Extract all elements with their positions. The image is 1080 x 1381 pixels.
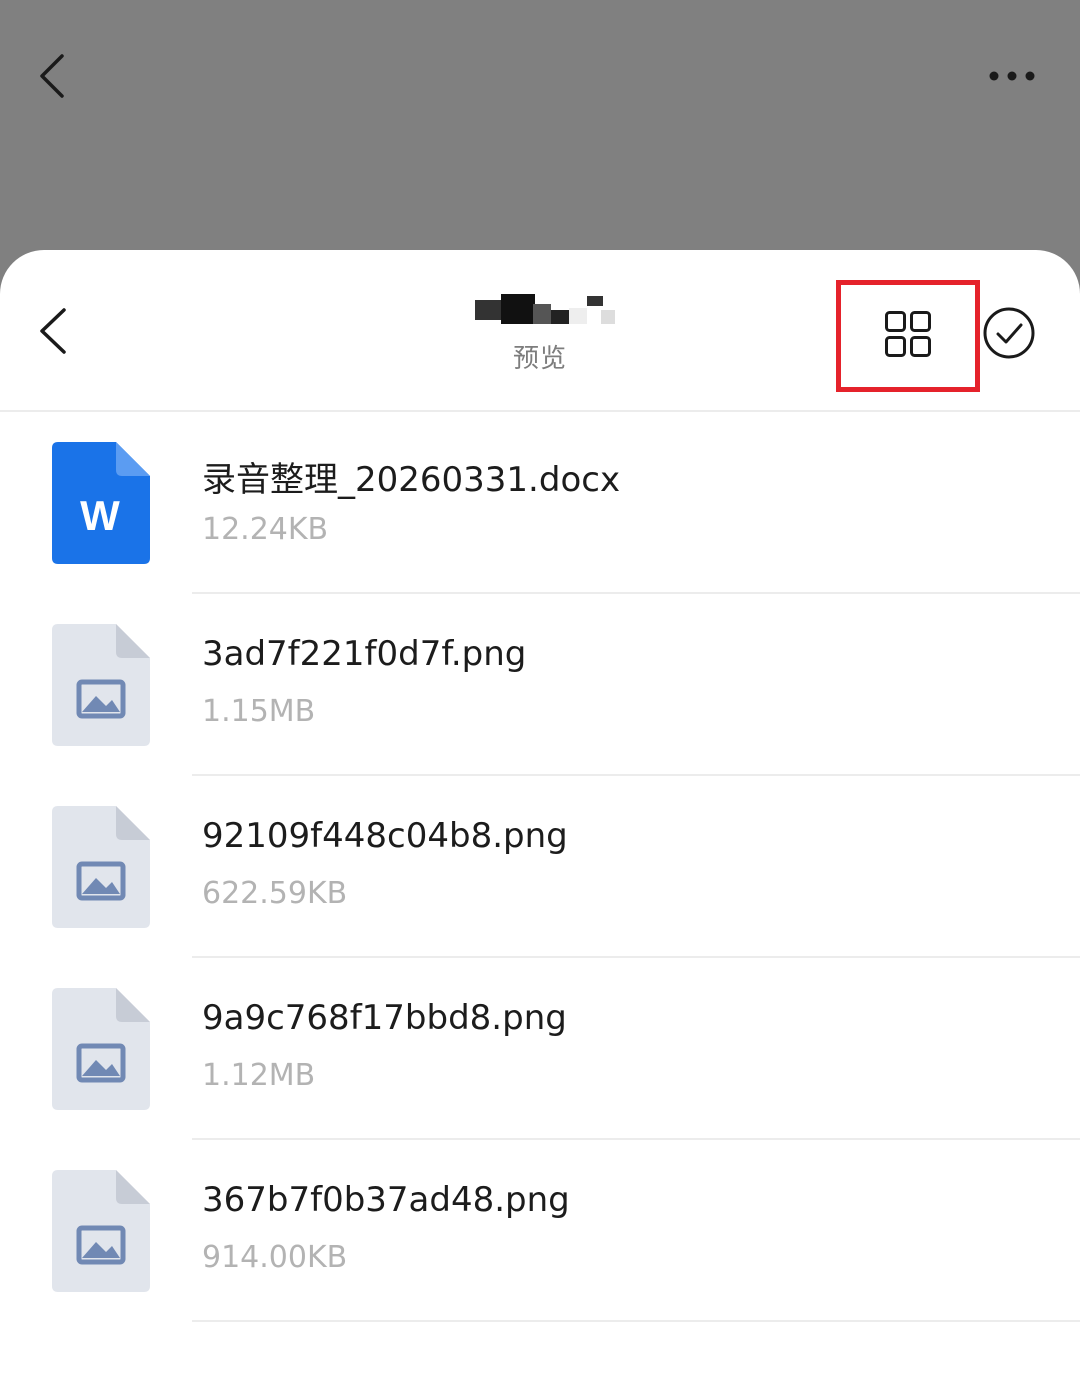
back-icon[interactable] <box>30 48 80 104</box>
file-size: 12.24KB <box>202 512 329 547</box>
file-row[interactable]: 92109f448c04b8.png 622.59KB <box>0 776 1080 958</box>
file-row[interactable]: 3ad7f221f0d7f.png 1.15MB <box>0 594 1080 776</box>
background-app-bar <box>0 0 1080 250</box>
file-name: 9a9c768f17bbd8.png <box>202 998 567 1038</box>
back-icon[interactable] <box>30 302 80 360</box>
file-name: 录音整理_20260331.docx <box>202 460 621 500</box>
file-row[interactable]: 367b7f0b37ad48.png 914.00KB <box>0 1140 1080 1322</box>
file-name: 3ad7f221f0d7f.png <box>202 634 527 674</box>
divider <box>192 1320 1080 1322</box>
redacted-title <box>465 290 615 326</box>
grid-view-button[interactable] <box>836 280 980 392</box>
sheet-title: 预览 <box>390 288 690 378</box>
check-circle-icon <box>983 307 1035 359</box>
sheet-header: 预览 <box>0 250 1080 412</box>
grid-view-icon <box>885 311 931 357</box>
file-preview-sheet: 预览 W 录音整理_20260331.docx 12.24KB 3ad7f221… <box>0 250 1080 1381</box>
word-file-icon: W <box>52 442 150 564</box>
word-icon-letter: W <box>80 492 120 539</box>
more-icon[interactable] <box>984 60 1040 92</box>
file-row[interactable]: W 录音整理_20260331.docx 12.24KB <box>0 412 1080 594</box>
file-row[interactable]: 9a9c768f17bbd8.png 1.12MB <box>0 958 1080 1140</box>
image-file-icon <box>52 1170 150 1292</box>
file-name: 92109f448c04b8.png <box>202 816 568 856</box>
image-file-icon <box>52 624 150 746</box>
file-size: 914.00KB <box>202 1240 348 1275</box>
file-size: 1.12MB <box>202 1058 316 1093</box>
file-name: 367b7f0b37ad48.png <box>202 1180 570 1220</box>
file-size: 1.15MB <box>202 694 316 729</box>
select-button[interactable] <box>982 306 1036 360</box>
sheet-subtitle: 预览 <box>512 344 567 374</box>
file-size: 622.59KB <box>202 876 348 911</box>
file-list: W 录音整理_20260331.docx 12.24KB 3ad7f221f0d… <box>0 412 1080 1322</box>
image-file-icon <box>52 988 150 1110</box>
image-file-icon <box>52 806 150 928</box>
